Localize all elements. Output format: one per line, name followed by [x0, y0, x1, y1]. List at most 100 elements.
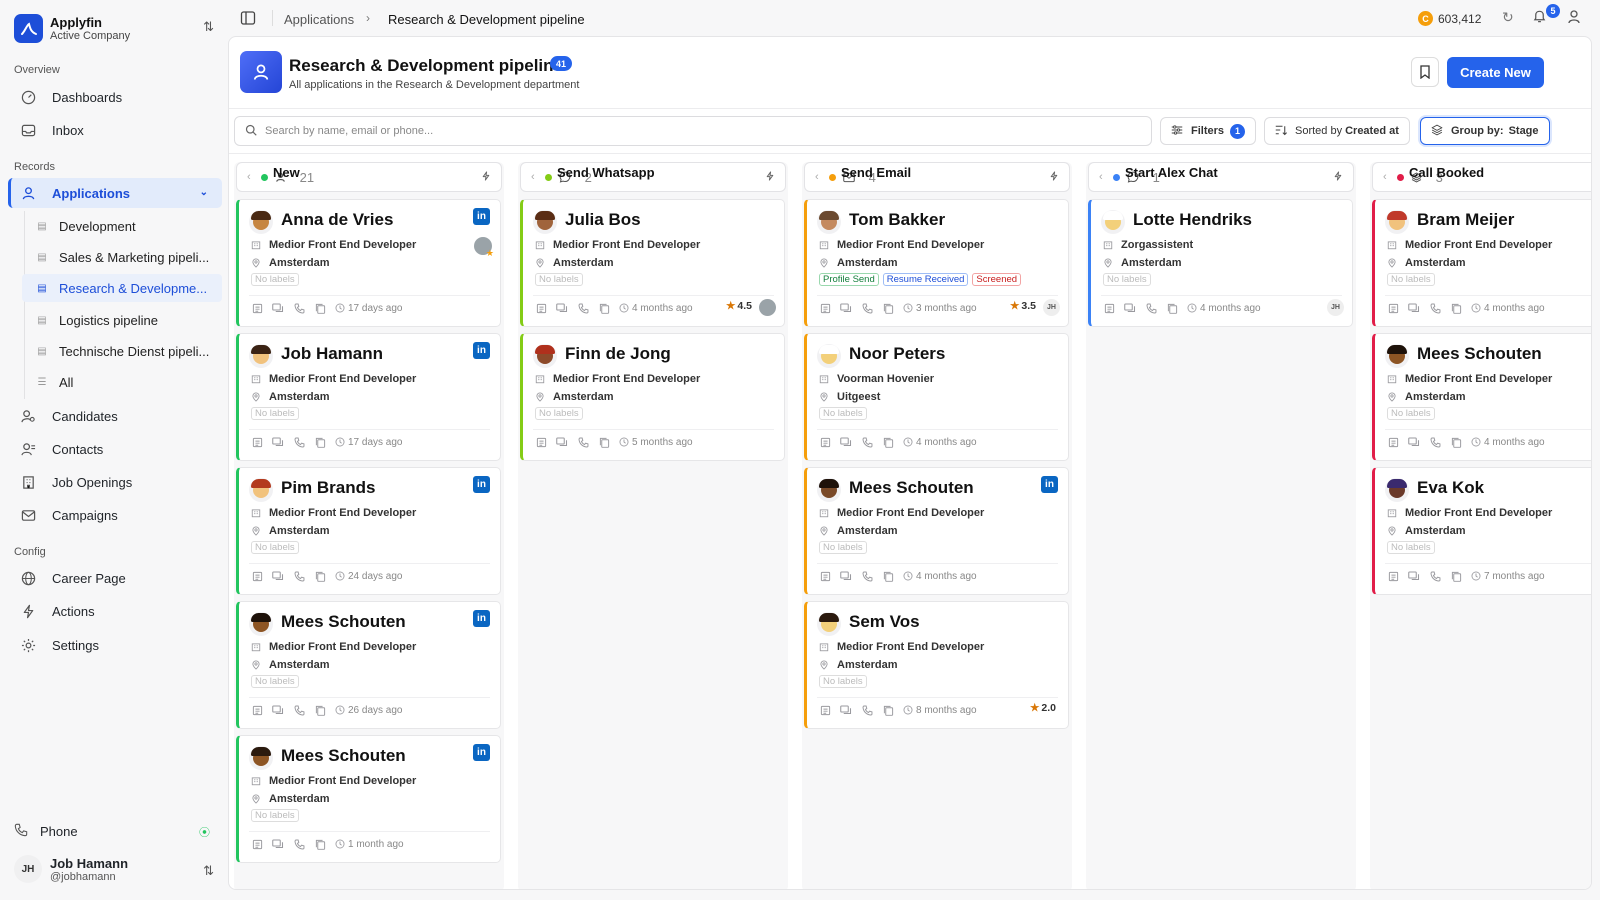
candidate-card[interactable]: Mees Schouten in Medior Front End Develope…: [236, 601, 501, 729]
phone-icon[interactable]: [577, 302, 589, 314]
linkedin-icon[interactable]: in: [473, 744, 490, 761]
phone-icon[interactable]: [293, 302, 305, 314]
chevron-left-icon[interactable]: ‹: [815, 171, 819, 183]
create-new-button[interactable]: Create New: [1447, 57, 1544, 88]
chat-icon[interactable]: [1408, 570, 1420, 582]
chevron-left-icon[interactable]: ‹: [531, 171, 535, 183]
phone-icon[interactable]: [293, 570, 305, 582]
candidate-card[interactable]: Bram Meijer Medior Front End Developer Ams…: [1372, 199, 1591, 327]
linkedin-icon[interactable]: in: [473, 208, 490, 225]
candidate-name[interactable]: Finn de Jong: [565, 344, 671, 364]
candidate-name[interactable]: Tom Bakker: [849, 210, 945, 230]
copy-icon[interactable]: [1450, 436, 1462, 448]
chat-icon[interactable]: [272, 838, 284, 850]
chat-icon[interactable]: [556, 436, 568, 448]
copy-icon[interactable]: [314, 838, 326, 850]
notes-icon[interactable]: [819, 704, 831, 716]
linkedin-icon[interactable]: in: [473, 610, 490, 627]
user-switcher[interactable]: JH Job Hamann @jobhamann ⇅: [14, 849, 214, 889]
notes-icon[interactable]: [251, 302, 263, 314]
candidate-name[interactable]: Julia Bos: [565, 210, 641, 230]
sidebar-item-career-page[interactable]: Career Page: [8, 563, 222, 593]
chat-icon[interactable]: [840, 436, 852, 448]
bolt-icon[interactable]: [1333, 170, 1343, 185]
sidebar-item-campaigns[interactable]: Campaigns: [8, 500, 222, 530]
linkedin-icon[interactable]: in: [473, 476, 490, 493]
candidate-card[interactable]: Eva Kok Medior Front End Developer Amsterd…: [1372, 467, 1591, 595]
candidate-name[interactable]: Eva Kok: [1417, 478, 1484, 498]
column-header[interactable]: ‹ Send Whatsapp 2: [520, 162, 786, 192]
copy-icon[interactable]: [1166, 302, 1178, 314]
sidebar-item-candidates[interactable]: Candidates: [8, 401, 222, 431]
copy-icon[interactable]: [314, 302, 326, 314]
sidebar-toggle-icon[interactable]: [240, 10, 256, 26]
swap-icon[interactable]: ⇅: [203, 19, 214, 35]
copy-icon[interactable]: [598, 302, 610, 314]
phone-icon[interactable]: [861, 436, 873, 448]
bolt-icon[interactable]: [1049, 170, 1059, 185]
notes-icon[interactable]: [251, 436, 263, 448]
candidate-name[interactable]: Mees Schouten: [849, 478, 974, 498]
column-header[interactable]: ‹ Call Booked 3: [1372, 162, 1591, 192]
phone-icon[interactable]: [1429, 570, 1441, 582]
linkedin-icon[interactable]: in: [1041, 476, 1058, 493]
candidate-card[interactable]: Mees Schouten in Medior Front End Develope…: [804, 467, 1069, 595]
notes-icon[interactable]: [1387, 436, 1399, 448]
sidebar-item-job-openings[interactable]: Job Openings: [8, 467, 222, 497]
sidebar-item-dashboards[interactable]: Dashboards: [8, 82, 222, 112]
candidate-name[interactable]: Sem Vos: [849, 612, 920, 632]
search-input[interactable]: Search by name, email or phone...: [234, 116, 1152, 146]
sidebar-item-inbox[interactable]: Inbox: [8, 115, 222, 145]
candidate-card[interactable]: Pim Brands in Medior Front End Developer Am…: [236, 467, 501, 595]
candidate-name[interactable]: Anna de Vries: [281, 210, 393, 230]
subnav-item-sales-marketing[interactable]: ▤ Sales & Marketing pipeli...: [22, 243, 222, 271]
breadcrumb-root[interactable]: Applications: [284, 12, 354, 27]
phone-icon[interactable]: [861, 570, 873, 582]
filters-button[interactable]: Filters 1: [1160, 117, 1257, 145]
sidebar-item-actions[interactable]: Actions: [8, 596, 222, 626]
chat-icon[interactable]: [1408, 436, 1420, 448]
chat-icon[interactable]: [272, 704, 284, 716]
sidebar-item-settings[interactable]: Settings: [8, 630, 222, 660]
chat-icon[interactable]: [840, 570, 852, 582]
candidate-name[interactable]: Mees Schouten: [281, 612, 406, 632]
chat-icon[interactable]: [272, 302, 284, 314]
candidate-card[interactable]: Sem Vos Medior Front End Developer Amsterd…: [804, 601, 1069, 729]
sidebar-item-applications[interactable]: Applications ⌄: [8, 178, 222, 208]
copy-icon[interactable]: [882, 704, 894, 716]
phone-icon[interactable]: [293, 436, 305, 448]
copy-icon[interactable]: [882, 436, 894, 448]
notes-icon[interactable]: [251, 838, 263, 850]
phone-icon[interactable]: [293, 704, 305, 716]
bookmark-button[interactable]: [1411, 57, 1439, 87]
notes-icon[interactable]: [1387, 302, 1399, 314]
chat-icon[interactable]: [272, 570, 284, 582]
subnav-item-research-development[interactable]: ▤ Research & Developme...: [22, 274, 222, 302]
chat-icon[interactable]: [840, 704, 852, 716]
phone-icon[interactable]: [861, 302, 873, 314]
subnav-item-logistics[interactable]: ▤ Logistics pipeline: [22, 306, 222, 334]
chevron-down-icon[interactable]: ⌄: [200, 187, 208, 198]
chevron-left-icon[interactable]: ‹: [1099, 171, 1103, 183]
bell-icon[interactable]: [1532, 8, 1547, 27]
copy-icon[interactable]: [882, 570, 894, 582]
chat-icon[interactable]: [272, 436, 284, 448]
chat-icon[interactable]: [840, 302, 852, 314]
user-settings-icon[interactable]: [1566, 9, 1582, 28]
column-header[interactable]: ‹ Start Alex Chat 1: [1088, 162, 1354, 192]
notes-icon[interactable]: [535, 436, 547, 448]
bolt-icon[interactable]: [481, 170, 491, 185]
candidate-card[interactable]: Julia Bos Medior Front End Developer Amste…: [520, 199, 785, 327]
subnav-item-development[interactable]: ▤ Development: [22, 212, 222, 240]
group-by-button[interactable]: Group by: Stage: [1420, 117, 1550, 145]
notes-icon[interactable]: [1103, 302, 1115, 314]
candidate-card[interactable]: Noor Peters Voorman Hovenier Uitgeest No la…: [804, 333, 1069, 461]
chat-icon[interactable]: [1408, 302, 1420, 314]
candidate-card[interactable]: Mees Schouten Medior Front End Developer A…: [1372, 333, 1591, 461]
copy-icon[interactable]: [314, 704, 326, 716]
candidate-name[interactable]: Noor Peters: [849, 344, 945, 364]
notes-icon[interactable]: [819, 302, 831, 314]
phone-icon[interactable]: [861, 704, 873, 716]
candidate-card[interactable]: Anna de Vries in ★ Medior Front End Develop…: [236, 199, 501, 327]
candidate-name[interactable]: Job Hamann: [281, 344, 383, 364]
